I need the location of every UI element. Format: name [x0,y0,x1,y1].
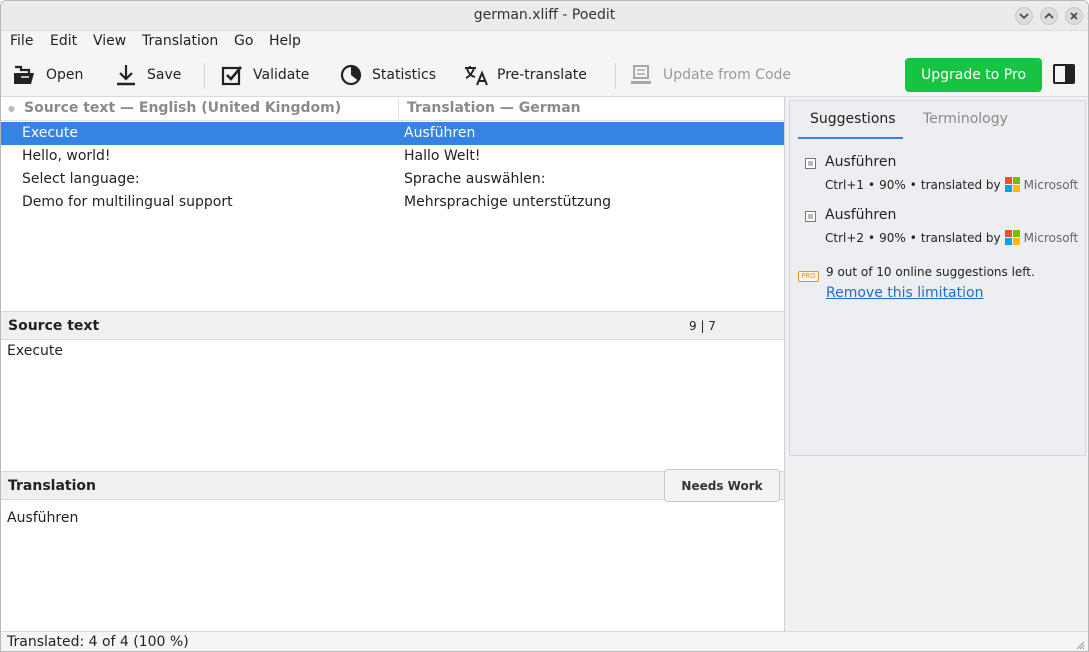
suggestion-text: Ausführen [825,154,897,170]
row-source: Select language: [22,171,140,187]
sidebar-toggle-icon[interactable] [1053,64,1075,84]
translation-label: Translation [8,478,96,494]
table-row[interactable]: Hello, world! Hallo Welt! [1,145,784,168]
update-from-code-label: Update from Code [663,67,792,83]
row-translation: Ausführen [404,125,476,141]
suggestion-shortcut: Ctrl+1 [825,177,865,192]
pie-chart-icon [338,62,364,88]
row-source: Execute [22,125,78,141]
source-text-content[interactable]: Execute [7,343,63,359]
suggestion-shortcut: Ctrl+2 [825,230,865,245]
table-row[interactable]: Select language: Sprache auswählen: [1,168,784,191]
menu-file[interactable]: File [10,33,33,49]
table-row[interactable]: Demo for multilingual support Mehrsprach… [1,191,784,214]
statistics-label: Statistics [372,67,436,83]
pretranslate-label: Pre-translate [497,67,587,83]
resize-grip-icon[interactable] [1075,640,1085,650]
translation-list[interactable]: Execute Ausführen Hello, world! Hallo We… [1,122,784,310]
close-button[interactable] [1065,7,1083,25]
row-translation: Mehrsprachige unterstützung [404,194,611,210]
pro-badge-icon: PRO [798,271,819,282]
toolbar-separator [204,63,205,89]
meta-sep: • [909,177,917,192]
list-header: ● Source text — English (United Kingdom)… [1,97,784,121]
title-bar[interactable]: german.xliff - Poedit [1,1,1088,31]
tab-terminology[interactable]: Terminology [923,111,1008,127]
needs-work-button[interactable]: Needs Work [664,469,780,502]
suggestion-meta: Ctrl+2 • 90% • translated by Microsoft [825,230,1078,245]
status-text: Translated: 4 of 4 (100 %) [7,634,189,650]
translation-column-header[interactable]: Translation — German [407,100,581,116]
suggestion-icon [805,211,816,222]
suggestion-by: translated by [920,177,1001,192]
app-window: german.xliff - Poedit File Edit View Tra… [0,0,1089,652]
maximize-button[interactable] [1040,7,1058,25]
open-button[interactable]: Open [12,61,83,89]
validate-button[interactable]: Validate [219,61,309,89]
translate-icon [463,62,489,88]
table-row[interactable]: Execute Ausführen [1,122,784,145]
meta-sep: • [868,230,876,245]
translation-input[interactable]: Ausführen [7,510,78,526]
menu-view[interactable]: View [93,33,126,49]
suggestion-score: 90% [879,177,906,192]
suggestion-provider: Microsoft [1023,230,1079,245]
menu-translation[interactable]: Translation [142,33,218,49]
row-source: Demo for multilingual support [22,194,233,210]
suggestion-icon [805,158,816,169]
suggestion-text: Ausführen [825,207,897,223]
meta-sep: • [868,177,876,192]
checkbox-check-icon [219,62,245,88]
suggestion-by: translated by [920,230,1001,245]
save-label: Save [147,67,182,83]
toolbar-separator [615,63,616,89]
source-text-header: Source text 9 | 7 [1,311,784,340]
save-button[interactable]: Save [113,61,181,89]
remove-limitation-link[interactable]: Remove this limitation [826,285,983,301]
chevron-up-icon [1044,12,1054,19]
window-title: german.xliff - Poedit [473,7,616,23]
close-icon [1070,12,1078,20]
suggestion-score: 90% [879,230,906,245]
statistics-button[interactable]: Statistics [338,61,436,89]
suggestion-provider: Microsoft [1023,177,1079,192]
microsoft-logo-icon [1004,177,1020,192]
status-bar: Translated: 4 of 4 (100 %) [1,631,1088,651]
active-tab-indicator [798,137,903,139]
open-icon [12,62,38,88]
update-code-icon [629,62,655,88]
menu-bar: File Edit View Translation Go Help [1,31,1088,53]
menu-go[interactable]: Go [234,33,253,49]
suggestions-remaining: 9 out of 10 online suggestions left. [826,265,1035,279]
microsoft-logo-icon [1004,230,1020,245]
open-label: Open [46,67,84,83]
row-translation: Hallo Welt! [404,148,481,164]
meta-sep: • [909,230,917,245]
update-from-code-button[interactable]: Update from Code [629,61,791,89]
row-translation: Sprache auswählen: [404,171,546,187]
tab-suggestions[interactable]: Suggestions [810,111,896,127]
source-column-header[interactable]: Source text — English (United Kingdom) [24,100,341,116]
chevron-down-icon [1019,13,1029,20]
column-divider[interactable] [398,99,399,119]
source-text-label: Source text [8,318,100,334]
suggestion-meta: Ctrl+1 • 90% • translated by Microsoft [825,177,1078,192]
upgrade-to-pro-button[interactable]: Upgrade to Pro [905,58,1042,92]
menu-help[interactable]: Help [269,33,301,49]
pretranslate-button[interactable]: Pre-translate [463,61,587,89]
row-source: Hello, world! [22,148,111,164]
character-count: 9 | 7 [689,319,716,333]
download-icon [113,62,139,88]
sort-dot-icon: ● [8,104,15,113]
menu-edit[interactable]: Edit [50,33,77,49]
validate-label: Validate [253,67,310,83]
minimize-button[interactable] [1015,7,1033,25]
